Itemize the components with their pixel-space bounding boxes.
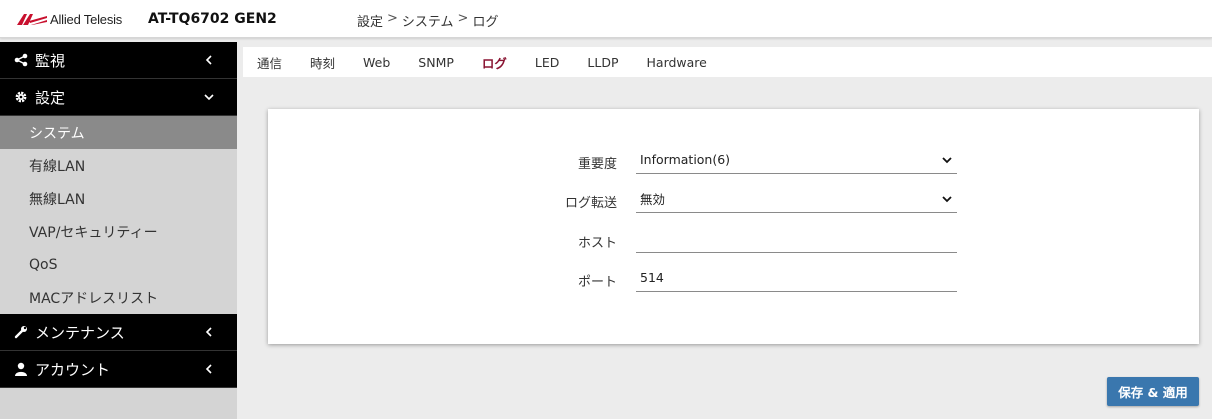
log-forward-select[interactable]: 無効 bbox=[636, 185, 957, 213]
sidebar-item-wired-lan[interactable]: 有線LAN bbox=[0, 149, 237, 182]
host-input[interactable] bbox=[636, 225, 957, 253]
sidebar-section-maintenance[interactable]: メンテナンス bbox=[0, 314, 237, 351]
sidebar-section-settings[interactable]: 設定 bbox=[0, 79, 237, 116]
breadcrumb-item[interactable]: システム bbox=[402, 11, 454, 30]
sidebar-section-label: 設定 bbox=[35, 88, 66, 107]
chevron-left-icon bbox=[205, 55, 212, 65]
chevron-down-icon bbox=[942, 196, 952, 203]
sidebar-section-monitor[interactable]: 監視 bbox=[0, 42, 237, 79]
chevron-down-icon bbox=[942, 157, 952, 164]
sidebar-section-label: 監視 bbox=[35, 51, 66, 70]
tab-bar: 通信 時刻 Web SNMP ログ LED LLDP Hardware bbox=[243, 47, 1212, 77]
sidebar-section-label: アカウント bbox=[35, 360, 111, 379]
severity-select[interactable]: Information(6) bbox=[636, 146, 957, 174]
log-forward-label: ログ転送 bbox=[564, 196, 617, 211]
tab-snmp[interactable]: SNMP bbox=[404, 47, 468, 77]
sidebar-item-system[interactable]: システム bbox=[0, 116, 237, 149]
sidebar-item-qos[interactable]: QoS bbox=[0, 248, 237, 281]
host-label: ホスト bbox=[577, 236, 617, 251]
gear-icon bbox=[13, 89, 29, 105]
share-icon bbox=[13, 52, 29, 68]
save-apply-button[interactable]: 保存 & 適用 bbox=[1107, 377, 1199, 406]
host-row: ホスト bbox=[268, 225, 1199, 255]
sidebar-item-wireless-lan[interactable]: 無線LAN bbox=[0, 182, 237, 215]
breadcrumb-item: ログ bbox=[472, 15, 499, 30]
user-icon bbox=[13, 361, 29, 377]
allied-telesis-logo-icon bbox=[17, 14, 47, 25]
tab-hardware[interactable]: Hardware bbox=[633, 47, 721, 77]
top-header: Allied Telesis AT-TQ6702 GEN2 設定 > システム … bbox=[0, 0, 1212, 38]
log-settings-panel: 重要度 Information(6) ログ転送 無効 ホスト ポート 514 bbox=[268, 109, 1199, 344]
sidebar-section-label: メンテナンス bbox=[35, 323, 125, 342]
brand-logo: Allied Telesis bbox=[17, 11, 122, 27]
tab-communication[interactable]: 通信 bbox=[243, 47, 296, 77]
chevron-down-icon bbox=[204, 94, 214, 101]
port-label: ポート bbox=[577, 275, 617, 290]
log-forward-value: 無効 bbox=[640, 192, 666, 207]
severity-label: 重要度 bbox=[577, 157, 617, 172]
tab-log[interactable]: ログ bbox=[467, 47, 521, 77]
breadcrumb: 設定 > システム > ログ bbox=[357, 11, 498, 30]
tab-time[interactable]: 時刻 bbox=[296, 47, 349, 77]
device-model: AT-TQ6702 GEN2 bbox=[148, 11, 277, 27]
port-input[interactable]: 514 bbox=[636, 264, 957, 292]
port-row: ポート 514 bbox=[268, 264, 1199, 294]
severity-row: 重要度 Information(6) bbox=[268, 146, 1199, 176]
tab-led[interactable]: LED bbox=[521, 47, 574, 77]
log-forward-row: ログ転送 無効 bbox=[268, 185, 1199, 215]
sidebar-item-vap-security[interactable]: VAP/セキュリティー bbox=[0, 215, 237, 248]
brand-name: Allied Telesis bbox=[50, 11, 123, 27]
sidebar: 監視 設定 システム 有線LAN 無線LAN VAP/セキュリティー QoS M… bbox=[0, 42, 237, 419]
tab-web[interactable]: Web bbox=[349, 47, 404, 77]
chevron-left-icon bbox=[205, 364, 212, 374]
sidebar-section-account[interactable]: アカウント bbox=[0, 351, 237, 388]
chevron-left-icon bbox=[205, 327, 212, 337]
wrench-icon bbox=[13, 324, 29, 340]
sidebar-item-mac-address-list[interactable]: MACアドレスリスト bbox=[0, 281, 237, 314]
breadcrumb-separator: > bbox=[457, 11, 469, 26]
tab-lldp[interactable]: LLDP bbox=[573, 47, 632, 77]
severity-value: Information(6) bbox=[640, 152, 731, 167]
breadcrumb-item[interactable]: 設定 bbox=[357, 11, 383, 30]
breadcrumb-separator: > bbox=[387, 11, 398, 26]
